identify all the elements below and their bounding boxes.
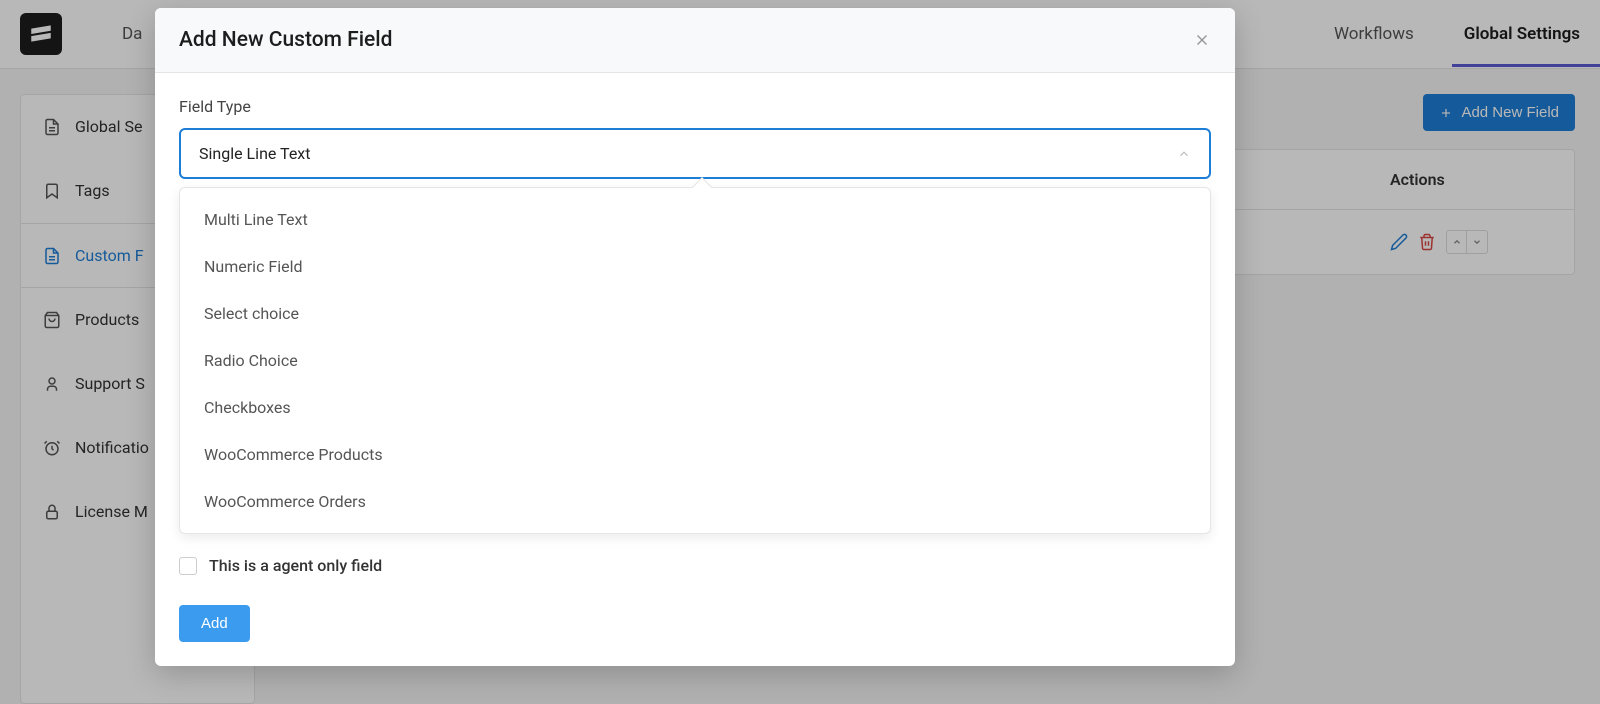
field-type-select[interactable]: Single Line Text — [179, 128, 1211, 179]
modal-header: Add New Custom Field — [155, 8, 1235, 73]
option-numeric-field[interactable]: Numeric Field — [180, 243, 1210, 290]
field-type-dropdown: Multi Line Text Numeric Field Select cho… — [179, 187, 1211, 534]
agent-only-checkbox[interactable] — [179, 557, 197, 575]
modal-title: Add New Custom Field — [179, 28, 393, 52]
agent-only-label: This is a agent only field — [209, 556, 382, 575]
option-checkboxes[interactable]: Checkboxes — [180, 384, 1210, 431]
option-select-choice[interactable]: Select choice — [180, 290, 1210, 337]
add-button[interactable]: Add — [179, 605, 250, 642]
select-value: Single Line Text — [199, 144, 310, 163]
option-woocommerce-orders[interactable]: WooCommerce Orders — [180, 478, 1210, 525]
modal-body: Field Type Single Line Text Multi Line T… — [155, 73, 1235, 666]
field-type-label: Field Type — [179, 97, 1211, 116]
add-custom-field-modal: Add New Custom Field Field Type Single L… — [155, 8, 1235, 666]
chevron-up-icon — [1177, 147, 1191, 161]
agent-only-row: This is a agent only field — [179, 556, 1211, 575]
option-radio-choice[interactable]: Radio Choice — [180, 337, 1210, 384]
dropdown-list: Multi Line Text Numeric Field Select cho… — [179, 187, 1211, 534]
option-multi-line-text[interactable]: Multi Line Text — [180, 196, 1210, 243]
close-icon[interactable] — [1193, 31, 1211, 49]
option-woocommerce-products[interactable]: WooCommerce Products — [180, 431, 1210, 478]
